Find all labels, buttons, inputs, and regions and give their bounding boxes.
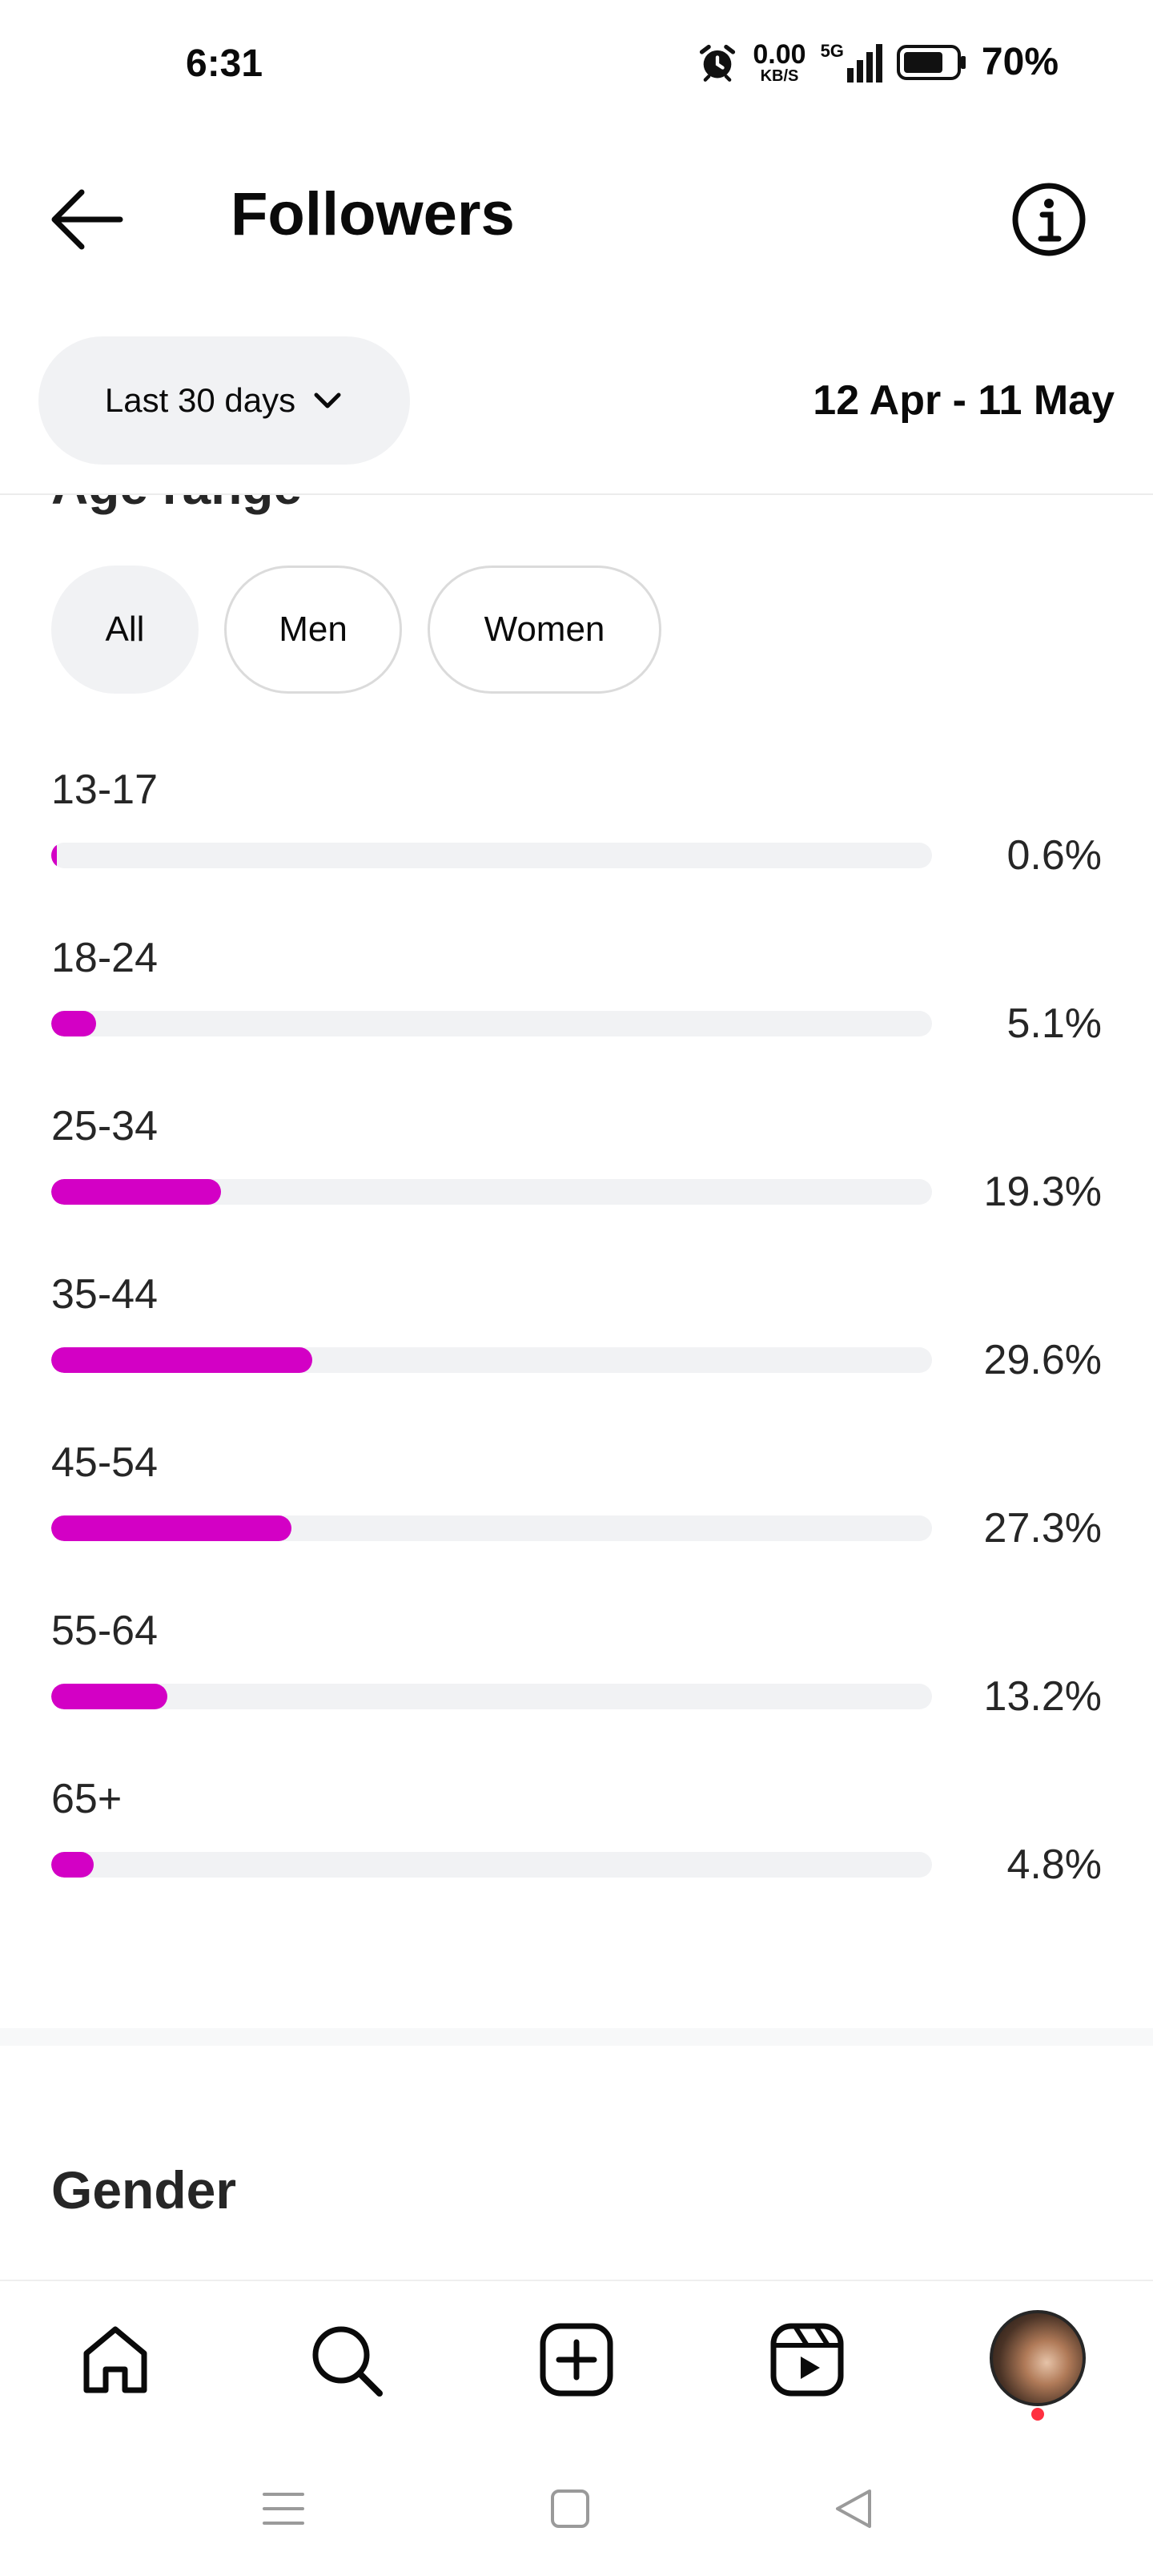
age-bar-fill [51, 1852, 94, 1878]
age-percent: 29.6% [983, 1337, 1102, 1383]
home-square-icon [551, 2489, 589, 2528]
network-speed: 0.00 KB/S [753, 41, 805, 84]
home-icon [83, 2326, 147, 2393]
age-row: 25-34 19.3% [51, 1102, 1102, 1270]
age-percent: 27.3% [983, 1505, 1102, 1552]
info-button[interactable] [1010, 181, 1087, 262]
age-bar-fill [51, 1347, 312, 1373]
age-bar-fill [51, 843, 57, 868]
nav-reels[interactable] [767, 2320, 847, 2400]
info-icon [1012, 183, 1086, 256]
age-row: 45-54 27.3% [51, 1439, 1102, 1607]
segment-women[interactable]: Women [428, 566, 661, 694]
back-arrow-icon [51, 189, 123, 250]
age-bar-track [51, 1684, 932, 1709]
battery-percent: 70% [981, 41, 1059, 83]
age-bar-fill [51, 1179, 222, 1205]
date-range-dropdown-label: Last 30 days [104, 381, 296, 419]
create-post-icon [540, 2323, 613, 2397]
segment-men[interactable]: Men [224, 566, 402, 694]
age-bar-track [51, 1179, 932, 1205]
network-type: 5G [820, 40, 844, 61]
age-label: 55-64 [51, 1608, 158, 1654]
age-bar-fill [51, 1011, 97, 1036]
filter-divider [0, 493, 1153, 495]
notification-dot [1031, 2408, 1044, 2421]
age-bar-fill [51, 1684, 168, 1709]
age-bar-fill [51, 1515, 292, 1541]
battery-icon [896, 44, 966, 80]
age-bar-track [51, 843, 932, 868]
alarm-icon [700, 44, 736, 82]
age-bar-track [51, 1347, 932, 1373]
age-bar-track [51, 1852, 932, 1878]
age-label: 35-44 [51, 1271, 158, 1318]
age-percent: 0.6% [1006, 832, 1102, 879]
system-menu-button[interactable] [261, 2486, 306, 2535]
section-divider [0, 2028, 1153, 2046]
age-bar-track [51, 1515, 932, 1541]
age-percent: 19.3% [983, 1169, 1102, 1215]
age-percent: 5.1% [1006, 1000, 1102, 1047]
age-label: 45-54 [51, 1439, 158, 1486]
back-button[interactable] [48, 186, 125, 257]
date-range-dropdown[interactable]: Last 30 days [38, 336, 410, 465]
back-triangle-icon [836, 2489, 871, 2528]
age-row: 18-24 5.1% [51, 934, 1102, 1102]
network-speed-unit: KB/S [760, 66, 799, 85]
segment-label: All [105, 610, 145, 649]
age-label: 65+ [51, 1776, 123, 1822]
system-home-button[interactable] [548, 2486, 593, 2535]
age-row: 65+ 4.8% [51, 1775, 1102, 1943]
age-range-heading: Age range [51, 457, 302, 515]
profile-avatar[interactable] [990, 2310, 1086, 2406]
segment-label: Women [484, 610, 605, 649]
menu-icon [263, 2493, 304, 2525]
age-row: 35-44 29.6% [51, 1270, 1102, 1439]
date-range-text: 12 Apr - 11 May [813, 377, 1115, 424]
age-bar-track [51, 1011, 932, 1036]
network-speed-value: 0.00 [753, 38, 806, 70]
status-icons: 0.00 KB/S 5G 70% [697, 40, 1059, 84]
age-percent: 4.8% [1006, 1841, 1102, 1888]
cellular-signal-icon: 5G [821, 42, 882, 83]
segment-label: Men [279, 610, 348, 649]
search-icon [312, 2326, 383, 2397]
reels-icon [770, 2323, 844, 2397]
age-percent: 13.2% [983, 1673, 1102, 1720]
nav-home[interactable] [75, 2320, 155, 2400]
gender-heading: Gender [51, 2160, 237, 2220]
page-title: Followers [231, 180, 515, 248]
age-label: 13-17 [51, 767, 158, 813]
age-row: 55-64 13.2% [51, 1607, 1102, 1775]
age-label: 18-24 [51, 935, 158, 981]
nav-create[interactable] [536, 2320, 617, 2400]
chevron-down-icon [314, 392, 341, 409]
segment-all[interactable]: All [51, 566, 199, 694]
status-time: 6:31 [186, 42, 263, 85]
system-back-button[interactable] [831, 2486, 876, 2535]
age-row: 13-17 0.6% [51, 766, 1102, 934]
age-label: 25-34 [51, 1103, 158, 1149]
nav-search[interactable] [306, 2320, 386, 2400]
